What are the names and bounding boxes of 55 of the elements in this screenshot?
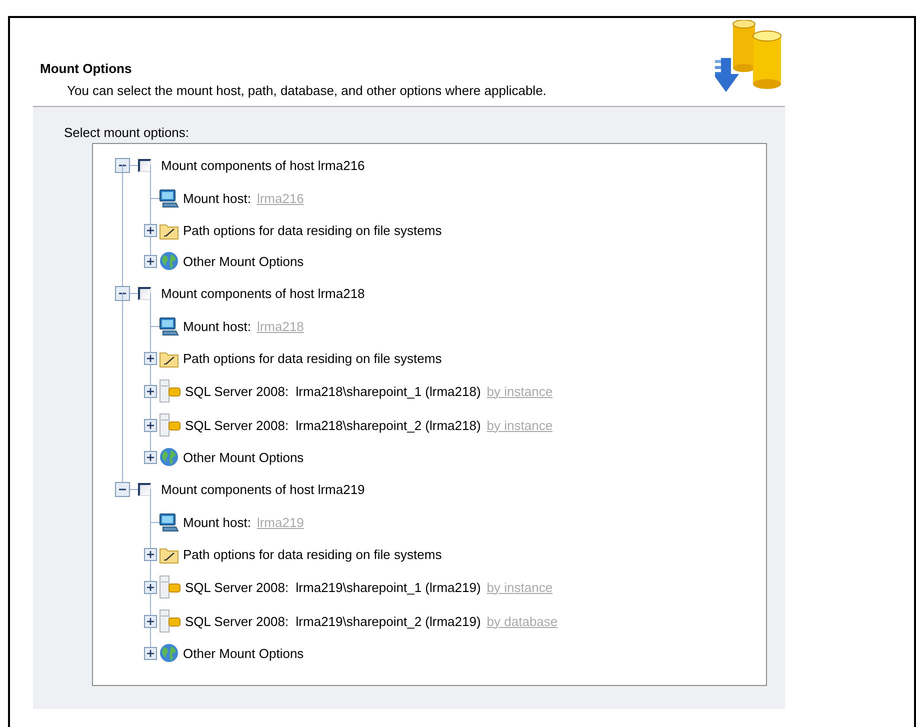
item-label: Path options for data residing on file systems: [183, 223, 442, 238]
page-title: Mount Options: [39, 61, 133, 76]
item-label: Other Mount Options: [183, 450, 304, 464]
mount-mode-link[interactable]: by database: [486, 614, 558, 628]
expand-toggle[interactable]: [144, 418, 157, 432]
server-icon: [159, 575, 181, 599]
expand-toggle[interactable]: [144, 254, 157, 268]
expand-toggle[interactable]: [144, 352, 157, 365]
folder-icon: [159, 350, 179, 368]
server-icon: [159, 379, 181, 403]
item-label: Other Mount Options: [183, 254, 304, 268]
expand-toggle[interactable]: [144, 548, 157, 561]
host-link[interactable]: lrma218: [256, 319, 304, 334]
computer-icon: [159, 188, 179, 208]
collapse-toggle[interactable]: [115, 482, 130, 496]
checkbox[interactable]: [138, 286, 151, 300]
host-label: Mount components of host lrma219: [161, 482, 365, 496]
computer-icon: [159, 316, 179, 336]
server-icon: [159, 609, 181, 633]
expand-toggle[interactable]: [144, 580, 157, 594]
globe-icon: [159, 643, 179, 663]
expand-toggle[interactable]: [144, 224, 157, 237]
computer-icon: [159, 512, 179, 532]
item-label: Mount host:: [183, 319, 251, 334]
folder-icon: [159, 222, 179, 240]
expand-toggle[interactable]: [144, 384, 157, 398]
mount-mode-link[interactable]: by instance: [486, 418, 553, 432]
expand-toggle[interactable]: [144, 614, 157, 628]
globe-icon: [159, 447, 179, 467]
host-link[interactable]: lrma219: [256, 515, 304, 530]
mount-mode-link[interactable]: by instance: [486, 384, 553, 398]
item-label: Mount host:: [183, 191, 251, 206]
item-label: Mount host:: [183, 515, 251, 530]
item-label: SQL Server 2008: lrma219\sharepoint_2 (lrma219): [185, 614, 481, 628]
item-label: Path options for data residing on file systems: [183, 547, 442, 562]
server-icon: [159, 413, 181, 437]
expand-toggle[interactable]: [144, 646, 157, 660]
item-label: SQL Server 2008: lrma218\sharepoint_1 (lrma218): [185, 384, 481, 398]
folder-icon: [159, 546, 179, 564]
expand-toggle[interactable]: [144, 450, 157, 464]
checkbox[interactable]: [138, 158, 151, 172]
checkbox[interactable]: [138, 482, 151, 496]
globe-icon: [159, 251, 179, 271]
collapse-toggle[interactable]: [115, 286, 130, 300]
host-link[interactable]: lrma216: [256, 191, 304, 206]
collapse-toggle[interactable]: [115, 158, 130, 172]
item-label: Other Mount Options: [183, 646, 304, 660]
item-label: SQL Server 2008: lrma219\sharepoint_1 (lrma219): [185, 580, 481, 594]
host-label: Mount components of host lrma216: [161, 158, 365, 172]
page-description: You can select the mount host, path, database, and other options where applicable.: [66, 83, 546, 98]
item-label: Path options for data residing on file systems: [183, 351, 442, 366]
mount-mode-link[interactable]: by instance: [486, 580, 553, 594]
host-label: Mount components of host lrma218: [161, 286, 365, 300]
tree-label: Select mount options:: [63, 125, 190, 140]
item-label: SQL Server 2008: lrma218\sharepoint_2 (lrma218): [185, 418, 481, 432]
